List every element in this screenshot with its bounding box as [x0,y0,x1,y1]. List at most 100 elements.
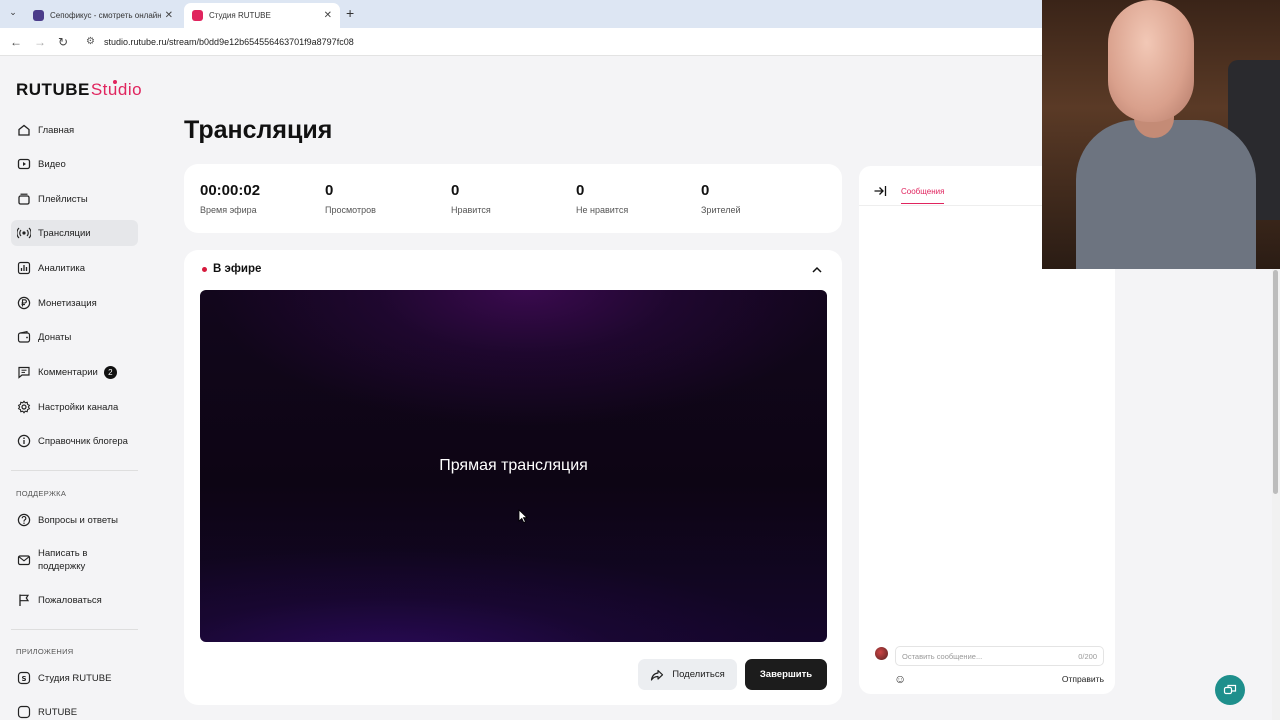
support-section-label: ПОДДЕРЖКА [16,489,67,498]
stat-viewers: 0 Зрителей [701,182,740,215]
sidebar-item-label: Видео [38,158,66,170]
stat-label: Не нравится [576,205,629,215]
stat-label: Просмотров [325,205,376,215]
stat-value: 0 [325,182,334,199]
share-icon [651,669,664,681]
chat-bubbles-icon [1223,684,1237,695]
tab-search-icon[interactable]: ⌄ [5,7,21,21]
forward-icon[interactable]: → [34,35,46,49]
stat-likes: 0 Нравится [451,182,491,215]
chart-icon [17,261,31,275]
share-button[interactable]: Поделиться [638,659,737,690]
sidebar-item-home[interactable]: Главная [11,117,138,143]
sidebar-item-rutube-app[interactable]: RUTUBE [11,699,138,720]
sidebar-item-donations[interactable]: Донаты [11,324,138,350]
sidebar-item-label: Справочник блогера [38,435,128,447]
gear-icon [17,400,31,414]
new-tab-icon[interactable]: + [346,5,354,21]
sidebar-item-studio-app[interactable]: S Студия RUTUBE [11,665,138,691]
close-icon[interactable]: ✕ [165,10,173,21]
sidebar-item-broadcasts[interactable]: Трансляции [11,220,138,246]
close-icon[interactable]: ✕ [324,10,332,21]
logo-dot [113,80,117,84]
sidebar-item-label: Плейлисты [38,193,88,205]
sidebar-item-channel-settings[interactable]: Настройки канала [11,394,138,420]
chat-char-counter: 0/200 [1078,651,1097,661]
stream-stats-card: 00:00:02 Время эфира 0 Просмотров 0 Нрав… [184,164,842,233]
sidebar-item-label: Пожаловаться [38,594,102,606]
live-indicator-icon [202,266,207,272]
playlist-icon [17,192,31,206]
sidebar-item-report[interactable]: Пожаловаться [11,587,138,613]
rutube-app-icon [17,705,31,719]
sidebar-item-label: Настройки канала [38,401,119,413]
stat-label: Время эфира [200,205,257,215]
share-button-label: Поделиться [672,669,725,680]
live-status-label: В эфире [213,263,262,275]
sidebar-item-faq[interactable]: Вопросы и ответы [11,507,138,533]
sidebar-item-label: Комментарии [38,366,98,378]
browser-tab-title: Сепофикус - смотреть онлайн [50,11,161,20]
stat-value: 0 [701,182,710,199]
tab-messages[interactable]: Сообщения [901,187,945,204]
stat-value: 0 [451,182,460,199]
chevron-up-icon[interactable] [810,263,824,277]
stat-value: 00:00:02 [200,182,261,199]
info-icon [17,434,31,448]
apps-section-label: ПРИЛОЖЕНИЯ [16,647,74,656]
end-stream-button[interactable]: Завершить [745,659,827,690]
ruble-icon [17,296,31,310]
page-title: Трансляция [184,116,333,144]
sidebar-item-playlists[interactable]: Плейлисты [11,186,138,212]
svg-text:S: S [21,675,26,683]
broadcast-icon [17,226,31,240]
reload-icon[interactable]: ↻ [58,35,68,49]
sidebar-item-label: Донаты [38,331,72,343]
browser-tab-1[interactable]: Сепофикус - смотреть онлайн ✕ [25,3,181,28]
video-player[interactable]: Прямая трансляция [200,290,827,642]
back-icon[interactable]: ← [10,35,22,49]
sidebar-item-contact-support[interactable]: Написать в поддержку [11,543,138,577]
scrollbar-thumb[interactable] [1273,270,1278,494]
stat-dislikes: 0 Не нравится [576,182,628,215]
flag-icon [17,593,31,607]
support-chat-button[interactable] [1215,675,1245,705]
chat-message-input[interactable]: Оставить сообщение... 0/200 [895,646,1104,666]
send-button[interactable]: Отправить [1062,674,1104,684]
sidebar-item-blogger-guide[interactable]: Справочник блогера [11,428,138,454]
sidebar-item-comments[interactable]: Комментарии 2 [11,359,138,385]
emoji-icon[interactable]: ☺ [894,672,906,686]
sidebar-item-label: RUTUBE [38,706,78,718]
sidebar-item-label: Монетизация [38,297,97,309]
webcam-overlay [1042,0,1280,269]
stat-label: Нравится [451,205,491,215]
url-field[interactable]: studio.rutube.ru/stream/b0dd9e12b6545564… [104,37,354,47]
logo-main: RUTUBE [16,80,90,99]
chat-input-placeholder: Оставить сообщение... [902,651,983,661]
video-icon [17,157,31,171]
collapse-panel-icon[interactable] [873,184,887,198]
studio-app-icon: S [17,671,31,685]
mail-icon [17,553,31,567]
browser-tab-2[interactable]: Студия RUTUBE ✕ [184,3,340,28]
sidebar-item-analytics[interactable]: Аналитика [11,255,138,281]
site-favicon-icon [33,10,44,21]
sidebar-divider [11,629,138,630]
stat-value: 0 [576,182,585,199]
sidebar-item-video[interactable]: Видео [11,151,138,177]
sidebar-item-monetization[interactable]: Монетизация [11,290,138,316]
rutube-favicon-icon [192,10,203,21]
home-icon [17,123,31,137]
webcam-person-head [1108,0,1194,122]
sidebar-item-label: Вопросы и ответы [38,514,119,526]
live-status: В эфире [202,263,261,275]
sidebar-item-label: Аналитика [38,262,86,274]
comment-icon [17,365,31,379]
sidebar-item-label: Написать в поддержку [38,548,88,572]
stat-label: Зрителей [701,205,741,215]
site-info-icon[interactable]: ⚙ [86,36,95,47]
wallet-icon [17,330,31,344]
rutube-studio-logo[interactable]: RUTUBEStudio [16,80,142,100]
stat-views: 0 Просмотров [325,182,376,215]
player-placeholder-text: Прямая трансляция [439,457,588,474]
